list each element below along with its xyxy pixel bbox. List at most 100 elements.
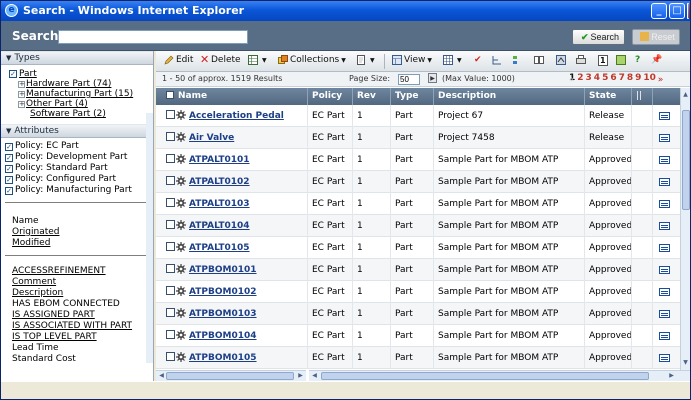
image-icon[interactable] xyxy=(616,55,628,65)
reset-button[interactable]: Reset xyxy=(632,29,680,45)
expand-icon[interactable]: + xyxy=(18,80,25,88)
compare-icon[interactable] xyxy=(534,55,546,65)
table-row[interactable]: ATPBOM0102 EC Part 1 Part Sample Part for MB… xyxy=(156,281,680,303)
checkbox[interactable]: ✓ xyxy=(5,164,13,173)
left-scrollbar[interactable] xyxy=(146,113,153,363)
attribute-field-link[interactable]: ACCESSREFINEMENT xyxy=(12,266,153,277)
properties-icon[interactable] xyxy=(659,177,670,186)
checkbox[interactable]: ✓ xyxy=(5,142,13,151)
properties-icon[interactable] xyxy=(659,221,670,230)
properties-icon[interactable] xyxy=(659,199,670,208)
type-tree-item[interactable]: + Other Part (4) xyxy=(9,99,153,109)
row-checkbox[interactable] xyxy=(166,286,175,295)
type-label[interactable]: Software Part (2) xyxy=(30,109,106,119)
field-link[interactable]: Originated xyxy=(12,227,153,238)
checkbox[interactable]: ✓ xyxy=(5,186,13,195)
scroll-left-icon[interactable]: ◀ xyxy=(310,371,319,380)
edit-button[interactable]: Edit xyxy=(164,55,193,65)
type-tree-item[interactable]: ✓ Part xyxy=(9,69,153,79)
delete-button[interactable]: ✕ Delete xyxy=(200,54,241,65)
page-link[interactable]: 4 xyxy=(594,73,600,83)
search-button[interactable]: ✔ Search xyxy=(572,29,625,45)
row-checkbox[interactable] xyxy=(166,154,175,163)
type-tree-item[interactable]: + Manufacturing Part (15) xyxy=(9,89,153,99)
part-name-link[interactable]: ATPALT0104 xyxy=(189,221,250,231)
scroll-down-icon[interactable]: ▼ xyxy=(681,358,690,367)
scroll-thumb[interactable] xyxy=(682,110,690,210)
scroll-thumb[interactable] xyxy=(166,372,294,380)
attribute-field-link[interactable]: IS ASSIGNED PART xyxy=(12,310,153,321)
export-menu[interactable]: ▼ xyxy=(248,55,267,65)
table-row[interactable]: Air Valve EC Part 1 Part Project 7458 Release xyxy=(156,127,680,149)
page-size-input[interactable] xyxy=(398,74,420,85)
page-link[interactable]: 2 xyxy=(577,73,583,83)
last-page-icon[interactable]: » xyxy=(658,75,664,85)
properties-icon[interactable] xyxy=(659,155,670,164)
row-checkbox[interactable] xyxy=(166,264,175,273)
page-link[interactable]: 10 xyxy=(643,73,656,83)
tree-action-icon[interactable] xyxy=(492,55,504,65)
type-tree-item[interactable]: + Hardware Part (74) xyxy=(9,79,153,89)
attribute-field-link[interactable]: Lead Time xyxy=(12,343,153,354)
minimize-button[interactable]: _ xyxy=(651,3,667,19)
select-all-header[interactable]: Name xyxy=(156,88,308,105)
part-name-link[interactable]: ATPBOM0105 xyxy=(189,353,257,363)
table-row[interactable]: ATPALT0101 EC Part 1 Part Sample Part for MB… xyxy=(156,149,680,171)
row-checkbox[interactable] xyxy=(166,198,175,207)
help-icon[interactable]: ? xyxy=(635,55,640,65)
grid-vertical-scrollbar[interactable]: ▲ ▼ xyxy=(680,88,690,370)
type-label[interactable]: Manufacturing Part (15) xyxy=(26,89,133,99)
policy-filter-item[interactable]: ✓ Policy: EC Part xyxy=(5,141,153,152)
type-label[interactable]: Other Part (4) xyxy=(26,99,88,109)
scroll-left-icon[interactable]: ◀ xyxy=(157,371,166,380)
attribute-field-link[interactable]: IS ASSOCIATED WITH PART xyxy=(12,321,153,332)
page-menu[interactable]: ▼ xyxy=(356,55,375,65)
column-header[interactable]: State xyxy=(585,88,632,105)
row-checkbox[interactable] xyxy=(166,242,175,251)
attribute-field-link[interactable]: Standard Cost xyxy=(12,354,153,365)
reload-icon[interactable] xyxy=(556,55,568,65)
table-menu[interactable]: ▼ xyxy=(443,55,462,65)
checkbox[interactable]: ✓ xyxy=(5,153,13,162)
scroll-right-icon[interactable]: ▶ xyxy=(667,371,676,380)
page-link[interactable]: 6 xyxy=(610,73,616,83)
type-label[interactable]: Part xyxy=(19,69,37,79)
row-checkbox[interactable] xyxy=(166,110,175,119)
grid-horizontal-scrollbar-right[interactable]: ◀ ▶ xyxy=(309,370,690,381)
properties-icon[interactable] xyxy=(659,331,670,340)
close-button[interactable] xyxy=(687,3,689,19)
part-name-link[interactable]: ATPALT0103 xyxy=(189,199,250,209)
properties-icon[interactable] xyxy=(659,243,670,252)
play-icon[interactable]: ▶ xyxy=(428,73,437,83)
policy-filter-item[interactable]: ✓ Policy: Development Part xyxy=(5,152,153,163)
collections-menu[interactable]: Collections ▼ xyxy=(278,55,346,65)
table-row[interactable]: ATPALT0104 EC Part 1 Part Sample Part for MB… xyxy=(156,215,680,237)
properties-icon[interactable] xyxy=(659,309,670,318)
part-name-link[interactable]: ATPALT0101 xyxy=(189,155,250,165)
table-row[interactable]: Acceleration Pedal EC Part 1 Part Project 67… xyxy=(156,105,680,127)
page-link[interactable]: 3 xyxy=(586,73,592,83)
column-header-name[interactable]: Name xyxy=(178,91,207,101)
view-menu[interactable]: View ▼ xyxy=(392,55,432,65)
part-name-link[interactable]: ATPBOM0103 xyxy=(189,309,257,319)
search-input[interactable] xyxy=(58,30,248,44)
properties-icon[interactable] xyxy=(659,287,670,296)
prev-page-icon[interactable]: ‹ xyxy=(569,75,573,85)
attribute-field-link[interactable]: IS TOP LEVEL PART xyxy=(12,332,153,343)
part-name-link[interactable]: ATPBOM0102 xyxy=(189,287,257,297)
row-checkbox[interactable] xyxy=(166,308,175,317)
policy-filter-item[interactable]: ✓ Policy: Standard Part xyxy=(5,163,153,174)
attribute-field-link[interactable]: HAS EBOM CONNECTED xyxy=(12,299,153,310)
properties-icon[interactable] xyxy=(659,353,670,362)
page-link[interactable]: 5 xyxy=(602,73,608,83)
attributes-header[interactable]: ▼ Attributes xyxy=(1,124,153,138)
part-name-link[interactable]: ATPALT0105 xyxy=(189,243,250,253)
part-name-link[interactable]: Acceleration Pedal xyxy=(189,111,284,121)
table-row[interactable]: ATPBOM0103 EC Part 1 Part Sample Part for MB… xyxy=(156,303,680,325)
pin-icon[interactable]: 📌 xyxy=(651,55,662,65)
table-row[interactable]: ATPBOM0104 EC Part 1 Part Sample Part for MB… xyxy=(156,325,680,347)
properties-icon[interactable] xyxy=(659,133,670,142)
scroll-thumb[interactable] xyxy=(321,372,649,380)
table-row[interactable]: ATPBOM0105 EC Part 1 Part Sample Part for MB… xyxy=(156,347,680,369)
part-name-link[interactable]: ATPALT0102 xyxy=(189,177,250,187)
